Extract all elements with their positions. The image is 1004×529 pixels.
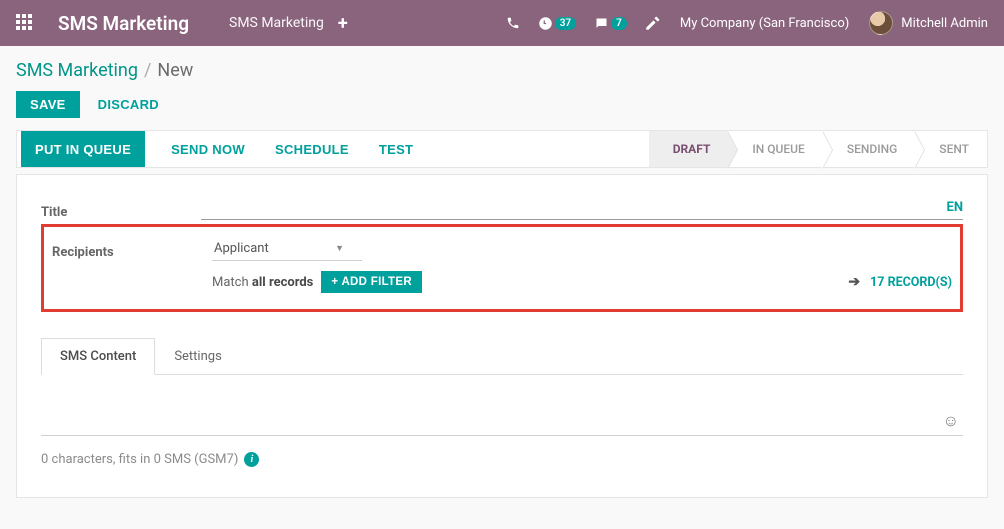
app-brand: SMS Marketing xyxy=(58,12,189,35)
add-filter-button[interactable]: + ADD FILTER xyxy=(321,271,422,293)
schedule-button[interactable]: SCHEDULE xyxy=(271,131,353,167)
form-tabs: SMS Content Settings xyxy=(41,338,963,375)
apps-icon[interactable] xyxy=(16,14,34,32)
sms-body-input[interactable] xyxy=(41,413,939,431)
breadcrumb: SMS Marketing / New xyxy=(16,46,988,91)
top-navbar: SMS Marketing SMS Marketing + 37 7 My Co… xyxy=(0,0,1004,46)
discuss-badge: 7 xyxy=(611,17,627,30)
recipients-label: Recipients xyxy=(52,239,212,260)
records-count: 17 RECORD(S) xyxy=(870,275,952,290)
activities-badge: 37 xyxy=(555,17,576,30)
caret-down-icon: ▼ xyxy=(335,243,344,254)
breadcrumb-current: New xyxy=(157,60,193,81)
match-text: Match all records xyxy=(212,275,313,290)
recipients-model-select[interactable]: Applicant ▼ xyxy=(212,237,362,261)
company-selector[interactable]: My Company (San Francisco) xyxy=(680,16,849,31)
phone-icon[interactable] xyxy=(506,16,520,30)
info-icon[interactable]: i xyxy=(244,452,259,467)
send-now-button[interactable]: SEND NOW xyxy=(167,131,249,167)
recipients-model-value: Applicant xyxy=(214,241,269,256)
activities-icon[interactable]: 37 xyxy=(538,16,576,31)
tab-sms-content[interactable]: SMS Content xyxy=(41,338,155,375)
stage-sent[interactable]: SENT xyxy=(915,131,987,167)
title-input[interactable] xyxy=(201,199,939,215)
form-sheet: Title EN Recipients Applicant ▼ Match al… xyxy=(16,174,988,498)
studio-icon[interactable] xyxy=(645,16,660,31)
records-link[interactable]: ➔ 17 RECORD(S) xyxy=(848,274,952,290)
lang-toggle[interactable]: EN xyxy=(947,200,964,215)
test-button[interactable]: TEST xyxy=(375,131,417,167)
breadcrumb-sep: / xyxy=(144,60,151,81)
discuss-icon[interactable]: 7 xyxy=(594,16,627,31)
avatar xyxy=(869,11,893,35)
stage-sending[interactable]: SENDING xyxy=(823,131,915,167)
recipients-highlight: Recipients Applicant ▼ Match all records… xyxy=(41,224,963,312)
statusbar: PUT IN QUEUE SEND NOW SCHEDULE TEST DRAF… xyxy=(16,130,988,168)
put-in-queue-button[interactable]: PUT IN QUEUE xyxy=(21,131,145,167)
tab-settings[interactable]: Settings xyxy=(155,338,240,375)
title-label: Title xyxy=(41,199,201,220)
arrow-right-icon: ➔ xyxy=(848,274,860,290)
user-menu[interactable]: Mitchell Admin xyxy=(869,11,988,35)
discard-button[interactable]: DISCARD xyxy=(98,97,159,112)
save-button[interactable]: SAVE xyxy=(16,91,80,118)
add-menu-icon[interactable]: + xyxy=(338,13,348,34)
emoji-icon[interactable]: ☺ xyxy=(939,411,963,431)
nav-menu-sms-marketing[interactable]: SMS Marketing xyxy=(229,15,324,31)
char-counter: 0 characters, fits in 0 SMS (GSM7) xyxy=(41,452,238,467)
user-name: Mitchell Admin xyxy=(901,16,988,31)
stage-pipeline: DRAFT IN QUEUE SENDING SENT xyxy=(649,131,987,167)
stage-draft[interactable]: DRAFT xyxy=(649,131,729,167)
char-counter-row: 0 characters, fits in 0 SMS (GSM7) i xyxy=(41,452,963,467)
stage-in-queue[interactable]: IN QUEUE xyxy=(728,131,822,167)
breadcrumb-root[interactable]: SMS Marketing xyxy=(16,60,138,81)
